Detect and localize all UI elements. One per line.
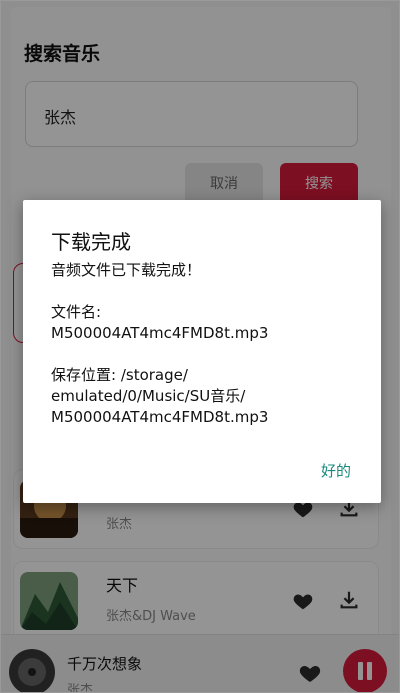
dialog-filename-label: 文件名:: [51, 303, 102, 321]
dialog-message: 音频文件已下载完成！ 文件名: M500004AT4mc4FMD8t.mp3 保…: [51, 260, 361, 428]
dialog-path-line: emulated/0/Music/SU音乐/: [51, 387, 246, 405]
dialog-title: 下载完成: [51, 230, 131, 254]
dialog-path-line: M500004AT4mc4FMD8t.mp3: [51, 408, 269, 426]
ok-button[interactable]: 好的: [321, 460, 351, 481]
screen: 搜索音乐 张杰 取消 搜索 张杰 天下 张杰&DJ Wave 千万次想象 张杰 …: [0, 0, 400, 693]
download-complete-dialog: 下载完成 音频文件已下载完成！ 文件名: M500004AT4mc4FMD8t.…: [23, 200, 381, 503]
dialog-filename: M500004AT4mc4FMD8t.mp3: [51, 324, 269, 342]
dialog-line: 音频文件已下载完成！: [51, 261, 202, 279]
dialog-path-line: 保存位置: /storage/: [51, 366, 188, 384]
